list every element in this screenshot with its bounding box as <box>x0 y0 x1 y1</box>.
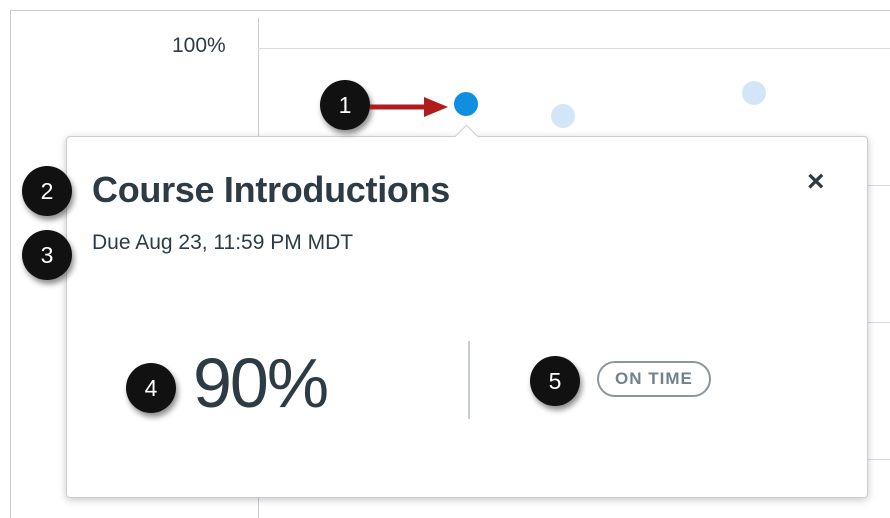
callout-3: 3 <box>22 230 72 280</box>
due-date: Due Aug 23, 11:59 PM MDT <box>92 231 354 254</box>
score-data-point[interactable] <box>742 81 766 105</box>
score-data-point[interactable] <box>551 104 575 128</box>
divider <box>468 341 470 419</box>
callout-2: 2 <box>22 166 72 216</box>
y-tick-label-100: 100% <box>172 34 226 57</box>
callout-arrow-icon <box>370 97 448 117</box>
score-value: 90% <box>193 344 329 422</box>
callout-1: 1 <box>320 80 370 130</box>
callout-4: 4 <box>126 363 176 413</box>
assignment-popover: Course Introductions Due Aug 23, 11:59 P… <box>66 136 868 498</box>
score-data-point-active[interactable] <box>454 92 478 116</box>
gridline-100 <box>258 48 890 49</box>
assignment-title[interactable]: Course Introductions <box>92 169 450 211</box>
close-button[interactable]: × <box>807 167 825 197</box>
status-badge: ON TIME <box>597 361 711 397</box>
callout-5: 5 <box>530 356 580 406</box>
